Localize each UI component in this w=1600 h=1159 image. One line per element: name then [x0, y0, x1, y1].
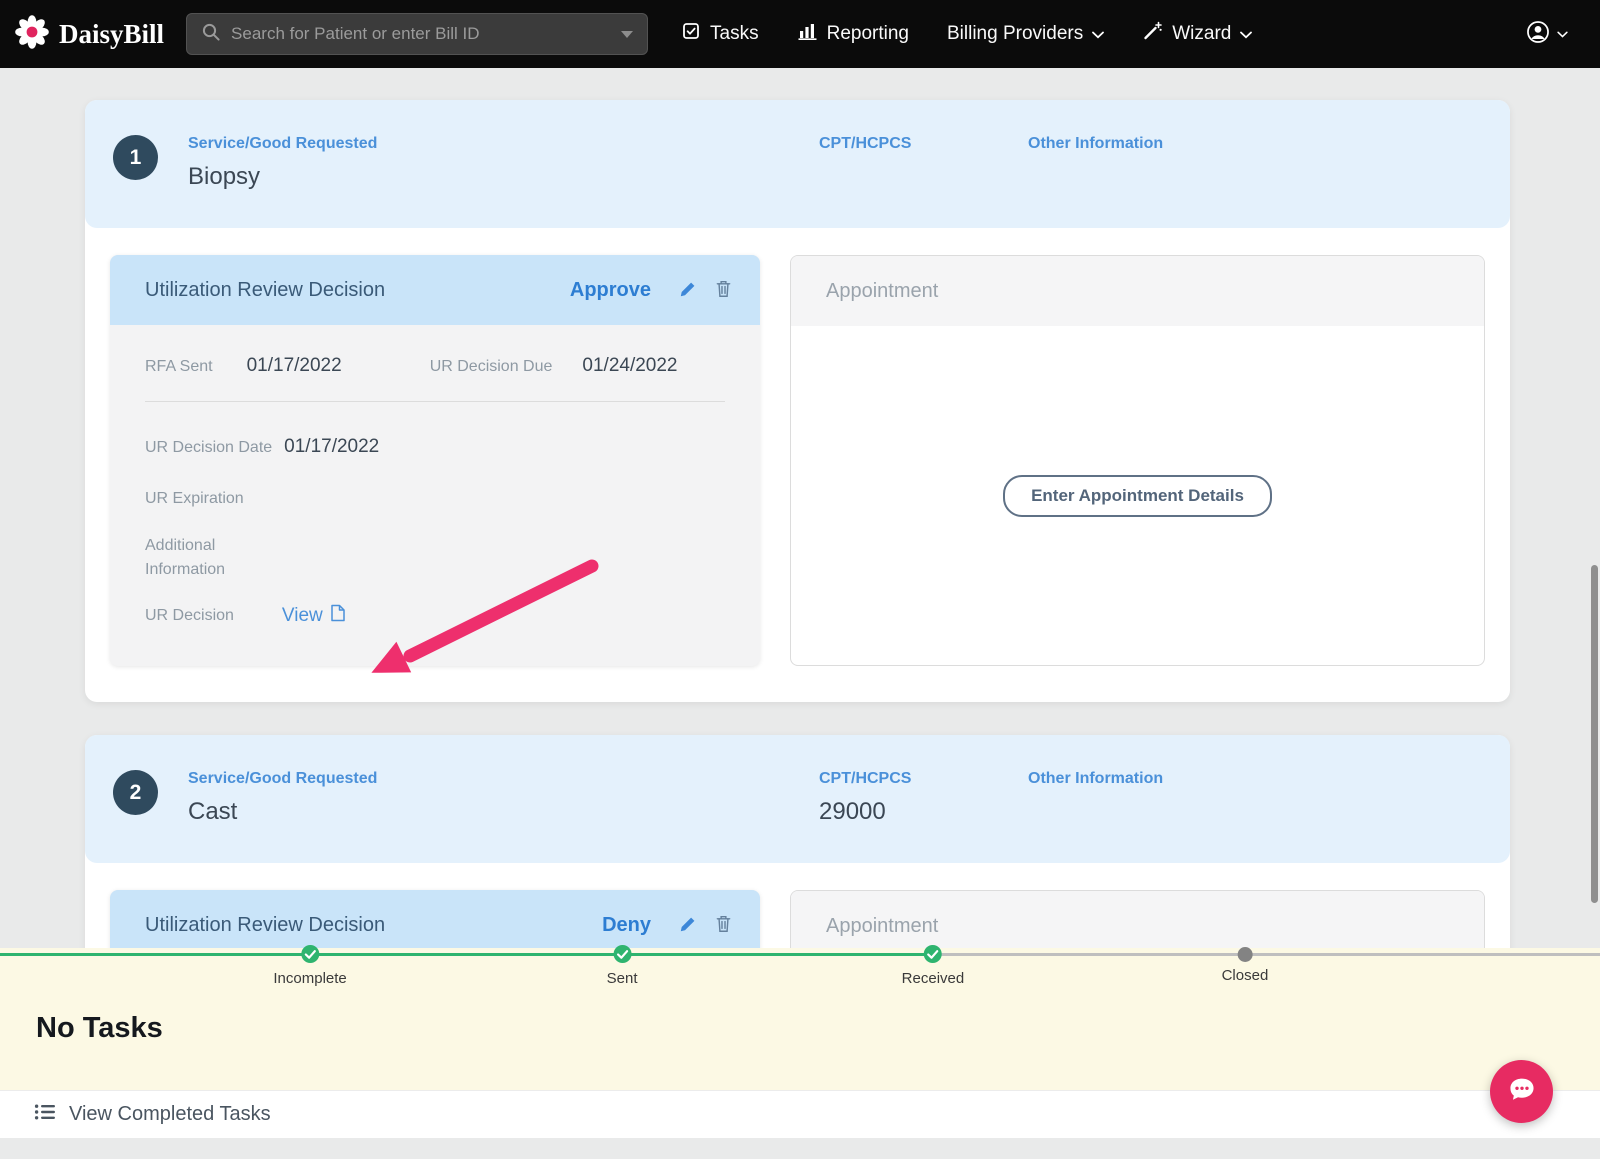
nav-tasks-label: Tasks [710, 23, 759, 44]
brand[interactable]: DaisyBill [14, 14, 164, 55]
page: DaisyBill Tasks [0, 0, 1600, 1159]
nav-links: Tasks Reporting Billing Providers Wizard [662, 0, 1271, 68]
delete-ur-decision-button[interactable] [711, 910, 736, 940]
edit-ur-decision-button[interactable] [675, 276, 701, 305]
nav-billing-providers-label: Billing Providers [947, 23, 1084, 44]
scrollbar-thumb[interactable] [1591, 565, 1598, 903]
check-icon [301, 945, 320, 963]
step-label: Closed [1221, 967, 1269, 984]
ur-decision-doc-label: UR Decision [145, 607, 234, 624]
enter-appointment-details-button[interactable]: Enter Appointment Details [1003, 474, 1272, 517]
nav-wizard-label: Wizard [1172, 23, 1232, 44]
service-card-1: 1 Service/Good Requested Biopsy CPT/HCPC… [85, 100, 1510, 702]
pencil-icon [679, 280, 697, 301]
trash-icon [715, 279, 732, 301]
rfa-sent-value: 01/17/2022 [246, 355, 342, 376]
step-received: Received [901, 945, 965, 987]
pencil-icon [679, 915, 697, 936]
step-closed: Closed [1221, 947, 1269, 984]
service-requested-label: Service/Good Requested [188, 770, 378, 787]
other-information-label: Other Information [1028, 135, 1164, 152]
ur-decision-due-value: 01/24/2022 [582, 355, 678, 376]
other-information-label: Other Information [1028, 770, 1164, 787]
top-nav: DaisyBill Tasks [0, 0, 1600, 68]
bill-status-stepper: Incomplete Sent Received Closed [0, 945, 1600, 994]
search-caret-icon[interactable] [621, 30, 634, 38]
service-2-number-badge: 2 [113, 770, 158, 815]
appointment-panel: Appointment Enter Appointment Details [790, 255, 1485, 666]
search-input[interactable] [231, 24, 614, 44]
service-2-header: 2 Service/Good Requested Cast CPT/HCPCS … [85, 735, 1510, 863]
service-requested-label: Service/Good Requested [188, 135, 378, 152]
ur-panel-title: Utilization Review Decision [145, 278, 386, 301]
ur-decision-due-label: UR Decision Due [429, 358, 553, 375]
search-icon [201, 22, 221, 47]
edit-ur-decision-button[interactable] [675, 911, 701, 940]
list-icon [34, 1103, 56, 1127]
user-menu[interactable] [1526, 20, 1568, 49]
ur-decision-date-label: UR Decision Date [145, 439, 273, 456]
view-ur-decision-link[interactable]: View [282, 604, 346, 628]
service-1-number-badge: 1 [113, 135, 158, 180]
nav-item-tasks[interactable]: Tasks [662, 0, 778, 68]
pdf-icon [330, 604, 346, 628]
ur-decision-panel-body: RFA Sent 01/17/2022 UR Decision Due 01/2… [110, 325, 760, 666]
step-label: Sent [606, 970, 638, 987]
chat-button[interactable] [1490, 1060, 1553, 1123]
view-completed-tasks-label: View Completed Tasks [69, 1103, 271, 1125]
chevron-down-icon [1092, 23, 1105, 45]
nav-reporting-label: Reporting [826, 23, 909, 44]
service-requested-value: Biopsy [188, 163, 261, 190]
view-link-label: View [281, 605, 323, 626]
cpt-hcpcs-label: CPT/HCPCS [819, 770, 912, 787]
additional-information-label: Additional Information [145, 537, 226, 578]
ur-decision-panel: Utilization Review Decision Approve RFA … [110, 255, 760, 666]
chevron-down-icon [1240, 23, 1253, 45]
cpt-hcpcs-label: CPT/HCPCS [819, 135, 912, 152]
appointment-title: Appointment [826, 279, 939, 302]
reporting-icon [797, 21, 818, 47]
tasks-icon [681, 21, 701, 47]
pending-dot-icon [1237, 947, 1253, 962]
user-icon [1526, 20, 1550, 49]
step-label: Incomplete [273, 970, 347, 987]
daisy-logo-icon [14, 14, 50, 55]
appointment-panel-header: Appointment [791, 256, 1484, 326]
appointment-title: Appointment [826, 914, 939, 937]
chevron-down-icon [1557, 25, 1568, 43]
brand-name: DaisyBill [59, 18, 165, 49]
check-icon [613, 945, 632, 963]
nav-item-wizard[interactable]: Wizard [1123, 0, 1271, 68]
progress-track-complete [0, 953, 933, 956]
ur-decision-value: Approve [569, 278, 651, 301]
step-sent: Sent [606, 945, 638, 987]
view-completed-tasks-link[interactable]: View Completed Tasks [0, 1090, 1600, 1138]
step-incomplete: Incomplete [273, 945, 347, 987]
nav-item-reporting[interactable]: Reporting [778, 0, 928, 68]
rfa-sent-label: RFA Sent [145, 358, 213, 375]
check-icon [923, 945, 942, 963]
cpt-hcpcs-value: 29000 [819, 798, 886, 825]
step-label: Received [901, 970, 965, 987]
wizard-wand-icon [1142, 21, 1163, 47]
ur-expiration-label: UR Expiration [145, 490, 244, 507]
no-tasks-title: No Tasks [36, 1012, 163, 1044]
nav-item-billing-providers[interactable]: Billing Providers [928, 0, 1123, 68]
ur-decision-date-value: 01/17/2022 [284, 436, 380, 457]
ur-decision-value: Deny [602, 913, 651, 936]
sheet-background [0, 1138, 1600, 1159]
service-1-header: 1 Service/Good Requested Biopsy CPT/HCPC… [85, 100, 1510, 228]
trash-icon [715, 914, 732, 936]
ur-panel-title: Utilization Review Decision [145, 913, 386, 936]
tasks-bottom-sheet: Incomplete Sent Received Closed No Tasks… [0, 945, 1600, 1159]
chat-bubble-icon [1505, 1073, 1539, 1110]
ur-decision-panel-header: Utilization Review Decision Approve [110, 255, 760, 325]
search-box[interactable] [186, 13, 649, 55]
delete-ur-decision-button[interactable] [711, 275, 736, 305]
service-requested-value: Cast [188, 798, 238, 825]
